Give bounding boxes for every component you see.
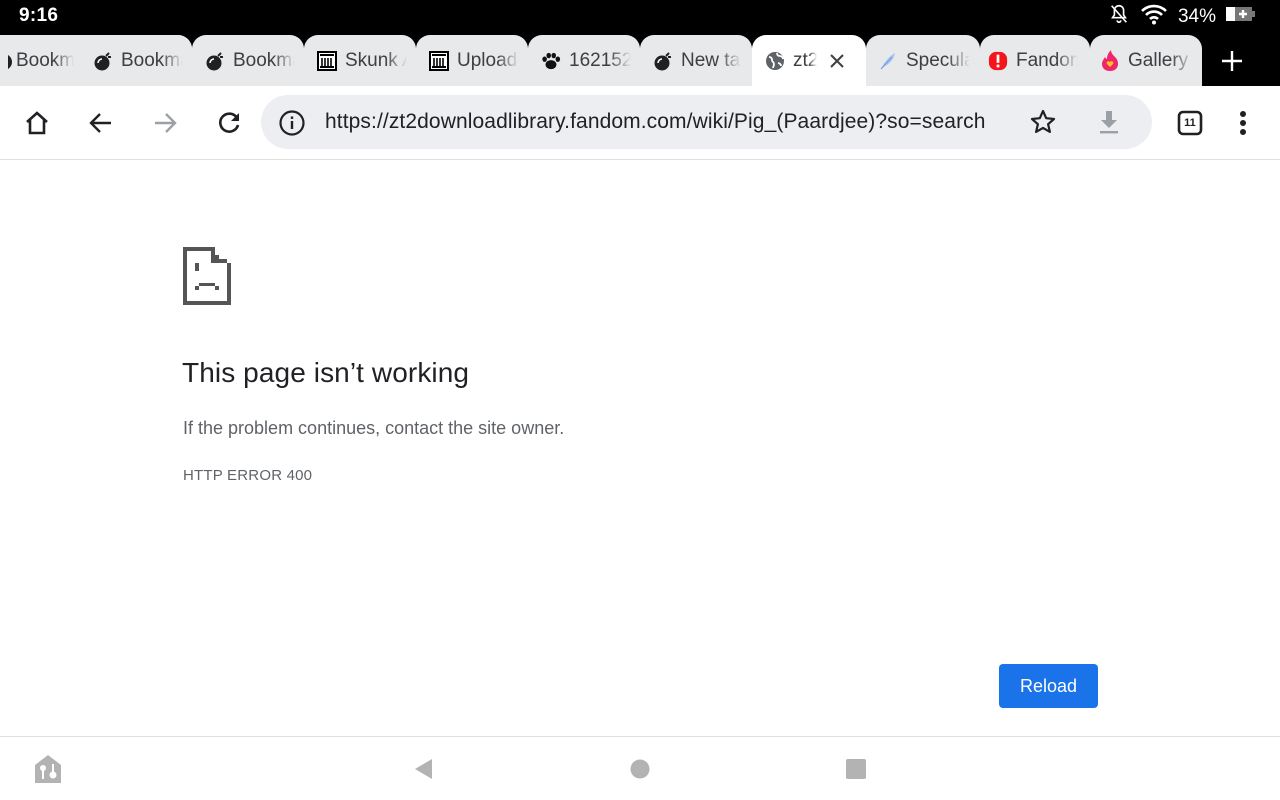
nav-recents-button[interactable] [844,757,868,781]
more-vert-icon [1240,111,1246,135]
reload-toolbar-button[interactable] [211,105,247,141]
error-title: This page isn’t working [182,357,470,388]
bomb-icon [205,51,225,71]
house-tools-icon [35,755,61,783]
tab-specula[interactable]: Specula [866,35,980,86]
menu-button[interactable] [1225,105,1261,141]
reload-button[interactable]: Reload [999,664,1098,708]
tab-fandom[interactable]: Fandom [980,35,1090,86]
bookmark-star-icon[interactable] [1029,108,1057,136]
error-description: If the problem continues, contact the si… [183,418,565,438]
arrow-left-icon [89,113,111,133]
tab-title: 162152 [569,49,631,71]
home-button[interactable] [19,105,55,141]
error-code: HTTP ERROR 400 [183,467,313,484]
status-icons: 34% [1108,4,1256,30]
notifications-off-icon [1108,3,1130,31]
tab-title: Bookmarks [121,49,183,71]
archive-icon [429,50,449,71]
sad-page-icon [183,247,231,305]
kids-home-button[interactable] [33,753,63,785]
square-recents-icon [846,759,866,779]
tab-title: Gallery [1128,49,1189,71]
tab-switcher-icon: 11 [1177,110,1203,136]
tab-title: Skunk A [345,49,407,71]
paw-icon [541,51,561,71]
refresh-icon [219,112,240,133]
tab-bookmarks-2[interactable]: Bookmarks [80,35,192,86]
tab-skunk[interactable]: Skunk A [304,35,416,86]
tab-title: Bookmarks [233,49,295,71]
tab-title: New tab [681,49,741,71]
flame-heart-icon [1100,49,1120,71]
tab-gallery[interactable]: Gallery [1090,35,1202,86]
bomb-icon [653,51,673,71]
tab-active-zt2d[interactable]: zt2d [752,35,866,86]
globe-icon [765,51,785,71]
tab-title: Bookmarks [16,49,74,71]
bomb-icon [93,51,113,71]
url-text[interactable]: https://zt2downloadlibrary.fandom.com/wi… [325,110,986,134]
triangle-back-icon [415,759,432,779]
battery-charging-icon [1226,5,1256,29]
status-time: 9:16 [19,5,59,26]
tab-title: Upload [457,49,518,71]
nav-back-button[interactable] [410,757,436,781]
browser-toolbar: https://zt2downloadlibrary.fandom.com/wi… [0,86,1280,160]
tab-upload[interactable]: Upload [416,35,528,86]
tab-title: zt2d [793,49,817,71]
tab-new-tab[interactable]: New tab [640,35,752,86]
info-icon[interactable] [278,109,306,137]
tab-title: Specula [906,49,970,71]
circle-home-icon [630,759,650,779]
home-icon [26,111,48,135]
nav-home-button[interactable] [628,757,652,781]
feather-icon [878,51,898,71]
tab-strip: Bookmarks Bookmarks Bookmarks Skunk A Up… [0,34,1280,86]
tab-switcher-button[interactable]: 11 [1172,105,1208,141]
page-content: This page isn’t working If the problem c… [0,161,1280,736]
download-icon[interactable] [1095,108,1123,136]
tab-162152[interactable]: 162152 [528,35,640,86]
close-tab-icon[interactable] [827,51,847,71]
back-button[interactable] [83,105,119,141]
plus-icon [1222,51,1242,71]
battery-percent: 34% [1177,6,1216,27]
address-bar[interactable]: https://zt2downloadlibrary.fandom.com/wi… [261,95,1152,149]
alert-icon [988,51,1008,71]
tab-title: Fandom [1016,49,1078,71]
archive-icon [317,50,337,71]
arrow-right-icon [155,113,177,133]
wifi-icon [1140,3,1168,31]
system-nav-bar [0,736,1280,800]
forward-button[interactable] [147,105,183,141]
new-tab-button[interactable] [1215,44,1249,78]
tab-count: 11 [1184,117,1196,129]
bookmark-bomb-icon [8,51,14,71]
tab-bookmarks-3[interactable]: Bookmarks [192,35,304,86]
status-bar: 9:16 34% [0,0,1280,34]
